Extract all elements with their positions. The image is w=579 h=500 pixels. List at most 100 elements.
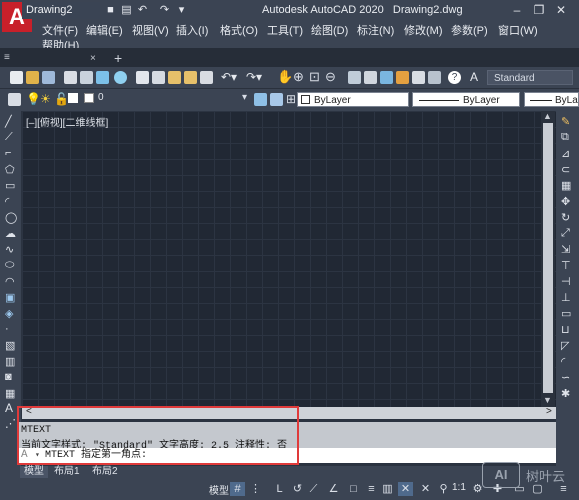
redo-icon[interactable]: ↷▾ — [246, 70, 262, 84]
object-snap-tracking-icon[interactable]: ∠ — [326, 482, 341, 496]
undo-icon[interactable]: ↶ — [136, 4, 149, 16]
customize-dropdown-icon[interactable]: ▾ — [175, 4, 188, 16]
scroll-right-icon[interactable]: > — [546, 406, 552, 417]
menu-file[interactable]: 文件(F) — [42, 22, 78, 38]
table-icon[interactable]: ▦ — [5, 387, 15, 400]
layer-properties-icon[interactable] — [8, 93, 21, 106]
tab-drawing2[interactable]: Drawing2 — [22, 2, 100, 19]
tab-model[interactable]: 模型 — [20, 466, 48, 478]
layer-color-swatch[interactable] — [68, 93, 78, 103]
make-current-layer-icon[interactable] — [254, 93, 267, 106]
chamfer-icon[interactable]: ◸ — [561, 339, 569, 352]
menu-edit[interactable]: 编辑(E) — [86, 22, 123, 38]
match-properties-icon[interactable] — [184, 71, 197, 84]
ellipse-arc-icon[interactable]: ◠ — [5, 275, 15, 288]
design-center-icon[interactable] — [364, 71, 377, 84]
sheet-set-icon[interactable] — [396, 71, 409, 84]
open-icon[interactable] — [26, 71, 39, 84]
gradient-icon[interactable]: ▥ — [5, 355, 15, 368]
circle-icon[interactable]: ◯ — [5, 211, 17, 224]
tab-close-icon[interactable]: × — [90, 53, 96, 64]
layer-isolate-icon[interactable]: ⊞ — [286, 92, 296, 106]
layer-dropdown-icon[interactable]: ▾ — [242, 92, 247, 103]
close-icon[interactable]: ✕ — [550, 3, 572, 17]
annotation-scale-icon[interactable]: ⚲ — [436, 482, 451, 496]
zoom-previous-icon[interactable]: ⊖ — [325, 69, 336, 85]
construction-line-icon[interactable]: ⟋ — [5, 131, 13, 144]
make-block-icon[interactable]: ◈ — [5, 307, 13, 320]
help-icon[interactable]: ? — [448, 71, 461, 84]
plot-icon[interactable] — [64, 71, 77, 84]
vertical-scroll-thumb[interactable] — [543, 123, 553, 393]
grid-icon[interactable]: # — [230, 482, 245, 496]
spline-icon[interactable]: ∿ — [5, 243, 14, 256]
block-editor-icon[interactable] — [200, 71, 213, 84]
vertical-scrollbar[interactable]: ▲ ▼ — [541, 111, 555, 407]
menu-tools[interactable]: 工具(T) — [267, 22, 303, 38]
pan-icon[interactable]: ✋ — [277, 69, 293, 85]
polygon-icon[interactable]: ⬠ — [5, 163, 15, 176]
quickcalc-icon[interactable] — [428, 71, 441, 84]
redo-icon[interactable]: ↷ — [158, 4, 171, 16]
scale-icon[interactable]: ⤢ — [561, 227, 570, 240]
hatch-icon[interactable]: ▧ — [5, 339, 15, 352]
tool-palettes-icon[interactable] — [380, 71, 393, 84]
mirror-icon[interactable]: ⊿ — [561, 147, 570, 160]
isodraft-icon[interactable]: ⟋ — [306, 482, 321, 496]
ellipse-icon[interactable]: ⬭ — [5, 259, 14, 272]
stretch-icon[interactable]: ⇲ — [561, 243, 570, 256]
zoom-realtime-icon[interactable]: ⊕ — [293, 69, 304, 85]
new-tab-button[interactable]: + — [114, 50, 122, 66]
revision-cloud-icon[interactable]: ☁ — [5, 227, 16, 240]
menu-view[interactable]: 视图(V) — [132, 22, 169, 38]
move-icon[interactable]: ✥ — [561, 195, 570, 208]
qnew-icon[interactable] — [10, 71, 23, 84]
layer-previous-icon[interactable] — [270, 93, 283, 106]
paste-icon[interactable] — [168, 71, 181, 84]
model-space-button[interactable]: 模型 — [209, 482, 229, 497]
drawing-canvas[interactable] — [22, 111, 556, 407]
scroll-down-icon[interactable]: ▼ — [543, 395, 552, 405]
save-as-icon[interactable]: ■ — [104, 4, 117, 16]
explode-icon[interactable]: ✱ — [561, 387, 570, 400]
layer-unlock-icon[interactable]: 🔓 — [54, 92, 69, 106]
multiline-text-icon[interactable]: A — [5, 401, 13, 415]
tab-layout2[interactable]: 布局2 — [88, 466, 122, 478]
cut-icon[interactable] — [136, 71, 149, 84]
rotate-icon[interactable]: ↻ — [561, 211, 570, 224]
scroll-up-icon[interactable]: ▲ — [543, 111, 552, 121]
menu-parameter[interactable]: 参数(P) — [451, 22, 488, 38]
fillet-icon[interactable]: ◜ — [561, 355, 565, 368]
undo-icon[interactable]: ↶▾ — [221, 70, 237, 84]
markup-icon[interactable] — [412, 71, 425, 84]
auto-scale-icon[interactable]: ✕ — [418, 482, 433, 496]
transparency-icon[interactable]: ▥ — [380, 482, 395, 496]
annotation-scale-value[interactable]: 1:1 — [452, 482, 466, 493]
object-snap-icon[interactable]: □ — [346, 482, 361, 496]
lineweight-select[interactable]: ByLa — [524, 92, 579, 107]
text-style-select[interactable]: Standard — [487, 70, 573, 85]
menu-insert[interactable]: 插入(I) — [176, 22, 208, 38]
menu-dimension[interactable]: 标注(N) — [357, 22, 394, 38]
menu-format[interactable]: 格式(O) — [220, 22, 258, 38]
layer-thaw-icon[interactable]: ☀ — [40, 92, 51, 106]
layer-on-icon[interactable]: 💡 — [26, 92, 41, 106]
restore-icon[interactable]: ❐ — [528, 3, 550, 17]
region-icon[interactable]: ◙ — [5, 371, 12, 383]
layer-swatch[interactable] — [84, 93, 94, 103]
erase-icon[interactable]: ✎ — [561, 115, 570, 128]
menu-draw[interactable]: 绘图(D) — [311, 22, 348, 38]
3d-dwf-icon[interactable] — [114, 71, 127, 84]
trim-icon[interactable]: ⊤ — [561, 259, 571, 272]
line-icon[interactable]: ╱ — [5, 115, 12, 128]
break-at-point-icon[interactable]: ⊥ — [561, 291, 571, 304]
polyline-icon[interactable]: ⌐ — [5, 147, 11, 159]
linetype-select[interactable]: ByLayer — [412, 92, 520, 107]
array-icon[interactable]: ▦ — [561, 179, 571, 192]
join-icon[interactable]: ⊔ — [561, 323, 570, 336]
insert-block-icon[interactable]: ▣ — [5, 291, 15, 304]
tab-menu-icon[interactable]: ≡ — [4, 52, 10, 63]
arc-icon[interactable]: ◜ — [5, 195, 9, 208]
copy-icon[interactable] — [152, 71, 165, 84]
zoom-window-icon[interactable]: ⊡ — [309, 69, 320, 85]
